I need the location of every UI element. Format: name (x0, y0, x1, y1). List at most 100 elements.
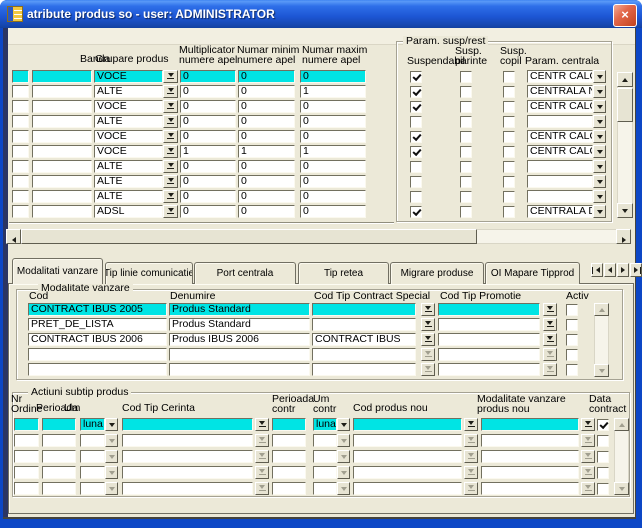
close-button[interactable]: × (613, 4, 637, 27)
numar-maxim-cell[interactable]: 0 (300, 130, 366, 143)
numar-minim-cell[interactable]: 0 (238, 190, 295, 203)
grupare-produs-lov-button[interactable] (163, 130, 178, 143)
um-dropdown-button[interactable] (105, 418, 118, 431)
cod-tip-promotie-cell[interactable] (438, 318, 540, 331)
numar-minim-cell[interactable]: 0 (238, 85, 295, 98)
um-select[interactable] (80, 434, 105, 447)
um-contr-dropdown-button[interactable] (337, 434, 350, 447)
modalitate-vanzare-produs-nou-cell[interactable] (481, 418, 579, 431)
titlebar[interactable]: atribute produs so - user: ADMINISTRATOR… (0, 0, 642, 28)
cod-cell[interactable]: CONTRACT IBUS 2006 (28, 333, 167, 346)
suspendabil-checkbox[interactable] (410, 161, 422, 173)
cod-tip-cerinta-lov-button[interactable] (255, 466, 269, 479)
cod-tip-contract-special-lov-button[interactable] (421, 333, 435, 346)
cod-produs-nou-lov-button[interactable] (464, 482, 478, 495)
top-grid-scroll-up-button[interactable] (617, 72, 633, 87)
numar-maxim-cell[interactable]: 0 (300, 100, 366, 113)
cod-tip-promotie-lov-button[interactable] (543, 348, 557, 361)
nr-ordine-cell[interactable] (14, 450, 39, 463)
suspendabil-checkbox[interactable] (410, 71, 422, 83)
denumire-cell[interactable] (169, 348, 310, 361)
perioada-cell[interactable] (42, 418, 76, 431)
suspendabil-checkbox[interactable] (410, 131, 422, 143)
um-contr-select[interactable] (313, 450, 337, 463)
perioada-contr-cell[interactable] (272, 418, 306, 431)
banda-cell[interactable] (32, 85, 92, 98)
grupare-produs-lov-button[interactable] (163, 145, 178, 158)
grupare-produs-lov-button[interactable] (163, 205, 178, 218)
record-selector-cell[interactable] (12, 205, 29, 218)
cod-cell[interactable] (28, 348, 167, 361)
perioada-cell[interactable] (42, 482, 76, 495)
cod-tip-cerinta-cell[interactable] (122, 434, 253, 447)
cod-tip-cerinta-lov-button[interactable] (255, 418, 269, 431)
grupare-produs-cell[interactable]: ALTE (94, 115, 163, 128)
susp-parinte-checkbox[interactable] (460, 86, 472, 98)
perioada-contr-cell[interactable] (272, 434, 306, 447)
numar-minim-cell[interactable]: 0 (238, 205, 295, 218)
susp-parinte-checkbox[interactable] (460, 116, 472, 128)
cod-tip-cerinta-lov-button[interactable] (255, 482, 269, 495)
um-select[interactable] (80, 482, 105, 495)
record-selector-cell[interactable] (12, 85, 29, 98)
susp-copil-checkbox[interactable] (503, 206, 515, 218)
cod-tip-promotie-cell[interactable] (438, 303, 540, 316)
numar-maxim-cell[interactable]: 0 (300, 70, 366, 83)
tab-modalitati-vanzare[interactable]: Modalitati vanzare (12, 258, 103, 284)
tab-tip-linie-comunicatie[interactable]: Tip linie comunicatie (105, 262, 193, 284)
modalitate-scroll-up-button[interactable] (594, 303, 609, 316)
banda-cell[interactable] (32, 130, 92, 143)
param-centrala-select[interactable] (527, 175, 593, 188)
numar-maxim-cell[interactable]: 0 (300, 205, 366, 218)
um-contr-select[interactable] (313, 434, 337, 447)
numar-minim-cell[interactable]: 0 (238, 130, 295, 143)
susp-parinte-checkbox[interactable] (460, 71, 472, 83)
grupare-produs-cell[interactable]: ADSL (94, 205, 163, 218)
modalitate-vanzare-produs-nou-lov-button[interactable] (581, 466, 595, 479)
modalitate-vanzare-produs-nou-cell[interactable] (481, 466, 579, 479)
top-grid-scroll-right-button[interactable] (616, 229, 631, 244)
susp-copil-checkbox[interactable] (503, 116, 515, 128)
susp-copil-checkbox[interactable] (503, 161, 515, 173)
grupare-produs-lov-button[interactable] (163, 70, 178, 83)
suspendabil-checkbox[interactable] (410, 101, 422, 113)
suspendabil-checkbox[interactable] (410, 176, 422, 188)
param-centrala-dropdown-button[interactable] (593, 175, 606, 188)
cod-produs-nou-lov-button[interactable] (464, 434, 478, 447)
susp-copil-checkbox[interactable] (503, 131, 515, 143)
um-contr-select[interactable]: luna (313, 418, 337, 431)
cod-tip-contract-special-lov-button[interactable] (421, 318, 435, 331)
param-centrala-select[interactable]: CENTRALA D (527, 205, 593, 218)
modalitate-vanzare-produs-nou-lov-button[interactable] (581, 450, 595, 463)
banda-cell[interactable] (32, 70, 92, 83)
activ-checkbox[interactable] (566, 334, 578, 346)
record-selector-cell[interactable] (12, 145, 29, 158)
multiplicator-cell[interactable]: 0 (180, 175, 236, 188)
numar-maxim-cell[interactable]: 1 (300, 145, 366, 158)
denumire-cell[interactable] (169, 363, 310, 376)
grupare-produs-cell[interactable]: VOCE (94, 70, 163, 83)
modalitate-scroll-down-button[interactable] (594, 364, 609, 377)
susp-parinte-checkbox[interactable] (460, 191, 472, 203)
cod-produs-nou-lov-button[interactable] (464, 418, 478, 431)
param-centrala-select[interactable]: CENTRALA NI (527, 85, 593, 98)
top-grid-scroll-left-button[interactable] (6, 229, 21, 244)
perioada-contr-cell[interactable] (272, 466, 306, 479)
banda-cell[interactable] (32, 190, 92, 203)
susp-parinte-checkbox[interactable] (460, 206, 472, 218)
tab-oi-mapare-tipprod[interactable]: OI Mapare Tipprod (485, 262, 580, 284)
susp-parinte-checkbox[interactable] (460, 131, 472, 143)
record-selector-cell[interactable] (12, 100, 29, 113)
cod-tip-promotie-lov-button[interactable] (543, 318, 557, 331)
cod-tip-promotie-cell[interactable] (438, 348, 540, 361)
banda-cell[interactable] (32, 115, 92, 128)
grupare-produs-lov-button[interactable] (163, 190, 178, 203)
grupare-produs-lov-button[interactable] (163, 100, 178, 113)
actiuni-scroll-up-button[interactable] (614, 418, 629, 431)
numar-minim-cell[interactable]: 0 (238, 160, 295, 173)
cod-tip-promotie-cell[interactable] (438, 363, 540, 376)
tab-port-centrala[interactable]: Port centrala (194, 262, 296, 284)
susp-copil-checkbox[interactable] (503, 71, 515, 83)
cod-tip-contract-special-cell[interactable] (312, 303, 416, 316)
cod-produs-nou-lov-button[interactable] (464, 450, 478, 463)
